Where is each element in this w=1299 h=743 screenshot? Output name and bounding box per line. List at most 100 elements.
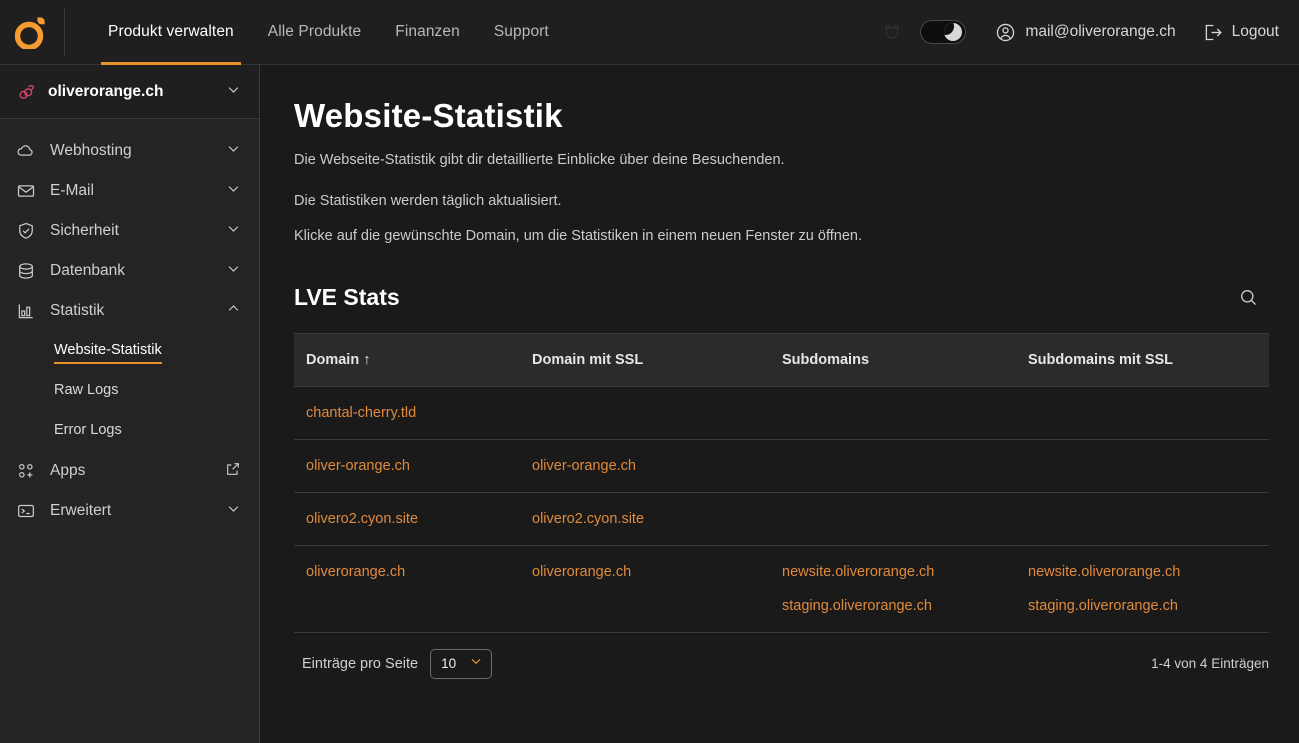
dark-mode-toggle[interactable] xyxy=(920,20,967,44)
logout-label: Logout xyxy=(1231,23,1279,40)
cell-domain: olivero2.cyon.site xyxy=(294,492,520,546)
topnav-item-alle-produkte[interactable]: Alle Produkte xyxy=(251,0,379,65)
topnav-label: Finanzen xyxy=(395,23,460,40)
chevron-down-icon xyxy=(226,82,241,102)
user-circle-icon xyxy=(997,23,1015,41)
cell-subdomains xyxy=(770,492,1016,546)
sidebar-item-label: Erweitert xyxy=(50,502,112,519)
external-link-icon xyxy=(225,461,241,482)
sidebar-item-sicherheit[interactable]: Sicherheit xyxy=(0,211,259,251)
cell-subdomains-ssl xyxy=(1016,386,1269,440)
lve-stats-table: Domain ↑ Domain mit SSL Subdomains Subdo… xyxy=(294,332,1269,633)
cell-subdomains xyxy=(770,439,1016,493)
sidebar-subitem-website-statistik[interactable]: Website-Statistik xyxy=(0,331,259,371)
sidebar: oliverorange.ch Webhosting E-Mail Sicher… xyxy=(0,65,260,743)
cyon-orange-logo-icon xyxy=(15,17,45,49)
cell-subdomains xyxy=(770,386,1016,440)
cell-domain: chantal-cherry.tld xyxy=(294,386,520,440)
sidebar-item-apps[interactable]: Apps xyxy=(0,451,259,491)
page-description-3: Klicke auf die gewünschte Domain, um die… xyxy=(294,228,862,245)
per-page-select[interactable]: 10 xyxy=(430,648,493,679)
domain-link[interactable]: oliverorange.ch xyxy=(306,564,520,580)
sidebar-item-label: Sicherheit xyxy=(50,222,119,239)
sidebar-subitem-label: Raw Logs xyxy=(54,381,119,398)
subdomain-ssl-link[interactable]: staging.oliverorange.ch xyxy=(1028,598,1269,614)
page-description-2: Die Statistiken werden täglich aktualisi… xyxy=(294,192,562,209)
per-page-label: Einträge pro Seite xyxy=(302,655,419,672)
sidebar-item-label: Statistik xyxy=(50,302,105,319)
user-account-button[interactable]: mail@oliverorange.ch xyxy=(982,0,1188,65)
topnav-item-support[interactable]: Support xyxy=(477,0,566,65)
column-header-subdomains-ssl[interactable]: Subdomains mit SSL xyxy=(1016,332,1269,387)
table-row: olivero2.cyon.site olivero2.cyon.site xyxy=(294,492,1269,546)
topnav-item-finanzen[interactable]: Finanzen xyxy=(378,0,477,65)
column-header-domain-ssl[interactable]: Domain mit SSL xyxy=(520,332,770,387)
page-title: Website-Statistik xyxy=(294,97,563,134)
apps-add-icon xyxy=(16,461,36,481)
table-header-row: Domain ↑ Domain mit SSL Subdomains Subdo… xyxy=(294,332,1269,387)
subdomain-link[interactable]: newsite.oliverorange.ch xyxy=(782,564,1016,580)
table-footer: Einträge pro Seite 10 1-4 von 4 Einträge… xyxy=(294,633,1269,679)
domain-link[interactable]: oliver-orange.ch xyxy=(306,458,520,474)
cow-outline-icon[interactable] xyxy=(872,12,912,52)
subdomain-ssl-link[interactable]: newsite.oliverorange.ch xyxy=(1028,564,1269,580)
sidebar-nav: Webhosting E-Mail Sicherheit Datenbank S… xyxy=(0,119,259,531)
sidebar-domain-label: oliverorange.ch xyxy=(48,82,164,100)
body-split: oliverorange.ch Webhosting E-Mail Sicher… xyxy=(0,65,1299,743)
cell-subdomains-ssl xyxy=(1016,439,1269,493)
column-header-subdomains[interactable]: Subdomains xyxy=(770,332,1016,387)
logout-button[interactable]: Logout xyxy=(1189,0,1279,65)
table-body: chantal-cherry.tld oliver-orange.ch oliv… xyxy=(294,386,1269,633)
sidebar-item-erweitert[interactable]: Erweitert xyxy=(0,491,259,531)
table-row: oliver-orange.ch oliver-orange.ch xyxy=(294,439,1269,493)
column-header-domain[interactable]: Domain ↑ xyxy=(294,332,520,387)
chevron-down-icon xyxy=(226,141,241,161)
main-content: Website-Statistik Die Webseite-Statistik… xyxy=(260,65,1299,743)
topnav-item-produkt-verwalten[interactable]: Produkt verwalten xyxy=(91,0,251,65)
domain-ssl-link[interactable]: oliverorange.ch xyxy=(532,564,770,580)
sidebar-subitem-raw-logs[interactable]: Raw Logs xyxy=(0,371,259,411)
cell-subdomains: newsite.oliverorange.ch staging.oliveror… xyxy=(770,545,1016,633)
logout-icon xyxy=(1205,24,1222,40)
cell-domain-ssl: oliverorange.ch xyxy=(520,545,770,633)
sidebar-subitem-error-logs[interactable]: Error Logs xyxy=(0,411,259,451)
section-header: LVE Stats xyxy=(294,281,1265,323)
moon-icon xyxy=(944,23,963,41)
domain-link[interactable]: chantal-cherry.tld xyxy=(306,405,520,421)
sidebar-subitem-label: Website-Statistik xyxy=(54,342,162,364)
sidebar-item-datenbank[interactable]: Datenbank xyxy=(0,251,259,291)
envelope-icon xyxy=(16,181,36,201)
topnav-label: Alle Produkte xyxy=(267,23,362,40)
cell-domain-ssl: olivero2.cyon.site xyxy=(520,492,770,546)
domain-ssl-link[interactable]: olivero2.cyon.site xyxy=(532,511,770,527)
chevron-down-icon xyxy=(469,654,483,673)
cell-domain: oliver-orange.ch xyxy=(294,439,520,493)
table-row: oliverorange.ch oliverorange.ch newsite.… xyxy=(294,545,1269,633)
shield-check-icon xyxy=(16,221,36,241)
cell-subdomains-ssl: newsite.oliverorange.ch staging.oliveror… xyxy=(1016,545,1269,633)
database-icon xyxy=(16,261,36,281)
cell-domain-ssl: oliver-orange.ch xyxy=(520,439,770,493)
bar-chart-icon xyxy=(16,301,36,321)
search-icon[interactable] xyxy=(1231,281,1265,315)
user-email-label: mail@oliverorange.ch xyxy=(1025,23,1176,40)
sidebar-item-statistik[interactable]: Statistik xyxy=(0,291,259,331)
chevron-down-icon xyxy=(226,181,241,201)
sidebar-item-webhosting[interactable]: Webhosting xyxy=(0,131,259,171)
domain-ssl-link[interactable]: oliver-orange.ch xyxy=(532,458,770,474)
chevron-down-icon xyxy=(226,261,241,281)
entry-count-label: 1-4 von 4 Einträgen xyxy=(1151,656,1269,672)
topnav-label: Support xyxy=(493,23,549,40)
subdomain-link[interactable]: staging.oliverorange.ch xyxy=(782,598,1016,614)
per-page-value: 10 xyxy=(441,656,457,672)
top-navigation: Produkt verwalten Alle Produkte Finanzen… xyxy=(91,0,566,65)
chevron-down-icon xyxy=(226,501,241,521)
sidebar-item-e-mail[interactable]: E-Mail xyxy=(0,171,259,211)
cloud-icon xyxy=(16,141,36,161)
cyon-logo[interactable] xyxy=(0,8,65,56)
sidebar-item-label: E-Mail xyxy=(50,182,94,199)
sidebar-subitem-label: Error Logs xyxy=(54,421,122,438)
domain-link[interactable]: olivero2.cyon.site xyxy=(306,511,520,527)
terminal-icon xyxy=(16,501,36,521)
sidebar-domain-selector[interactable]: oliverorange.ch xyxy=(0,65,259,119)
